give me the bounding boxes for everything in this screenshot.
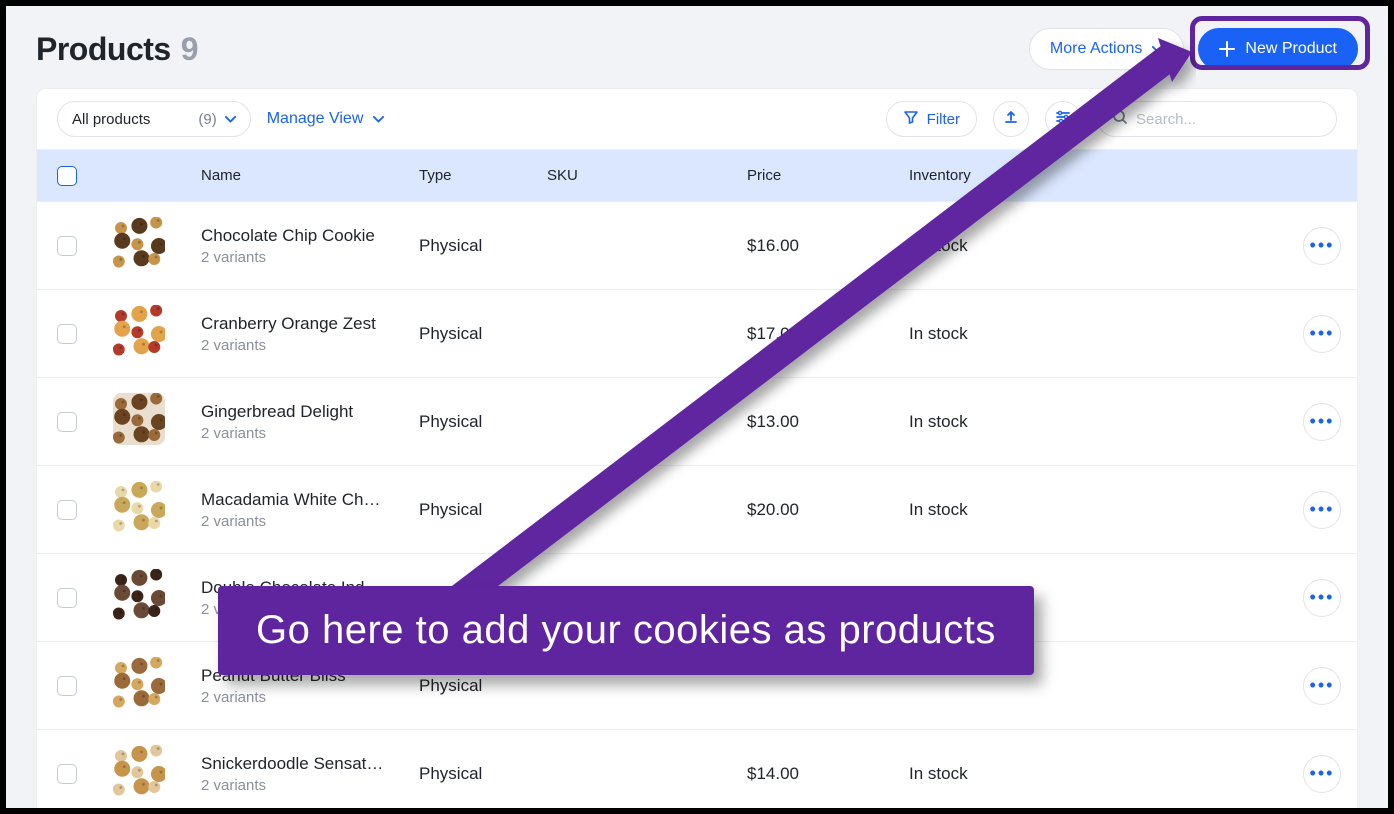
- sliders-icon: [1055, 109, 1071, 130]
- row-actions-button[interactable]: •••: [1303, 667, 1341, 705]
- export-button[interactable]: [993, 101, 1029, 137]
- product-variants: 2 variants: [201, 689, 411, 706]
- upload-icon: [1003, 109, 1019, 130]
- product-type: Physical: [415, 764, 543, 784]
- product-thumbnail: [113, 217, 165, 269]
- product-inventory: In stock: [905, 764, 1125, 784]
- product-price: $14.00: [743, 764, 905, 784]
- row-checkbox[interactable]: [57, 676, 77, 696]
- more-actions-button[interactable]: More Actions: [1029, 28, 1184, 70]
- product-price: $16.00: [743, 236, 905, 256]
- chevron-down-icon: [373, 116, 384, 123]
- row-actions-button[interactable]: •••: [1303, 403, 1341, 441]
- filter-dropdown-count: (9): [198, 111, 216, 128]
- table-row[interactable]: Cranberry Orange Zest 2 variants Physica…: [37, 289, 1357, 377]
- product-type: Physical: [415, 500, 543, 520]
- filter-label: Filter: [927, 111, 960, 128]
- product-variants: 2 variants: [201, 425, 411, 442]
- search-input-wrap[interactable]: [1097, 101, 1337, 137]
- page-title-count: 9: [181, 31, 199, 68]
- table-header: Name Type SKU Price Inventory: [37, 149, 1357, 201]
- table-row[interactable]: Snickerdoodle Sensat… 2 variants Physica…: [37, 729, 1357, 808]
- row-checkbox[interactable]: [57, 588, 77, 608]
- filter-dropdown-label: All products: [72, 111, 150, 128]
- table-row[interactable]: Macadamia White Ch… 2 variants Physical …: [37, 465, 1357, 553]
- chevron-down-icon: [1152, 46, 1163, 53]
- product-name: Chocolate Chip Cookie: [201, 226, 411, 246]
- product-inventory: In stock: [905, 500, 1125, 520]
- product-variants: 2 variants: [201, 513, 411, 530]
- col-price: Price: [743, 167, 905, 184]
- product-type: Physical: [415, 324, 543, 344]
- search-icon: [1112, 109, 1128, 130]
- product-variants: 2 variants: [201, 249, 411, 266]
- chevron-down-icon: [225, 116, 236, 123]
- product-thumbnail: [113, 569, 165, 621]
- col-name: Name: [197, 167, 415, 184]
- product-type: Physical: [415, 412, 543, 432]
- new-product-label: New Product: [1245, 40, 1337, 58]
- row-actions-button[interactable]: •••: [1303, 579, 1341, 617]
- more-actions-label: More Actions: [1050, 40, 1142, 58]
- manage-view-link[interactable]: Manage View: [267, 110, 385, 128]
- select-all-checkbox[interactable]: [57, 166, 77, 186]
- row-checkbox[interactable]: [57, 324, 77, 344]
- filter-button[interactable]: Filter: [886, 101, 977, 137]
- row-actions-button[interactable]: •••: [1303, 315, 1341, 353]
- product-name: Macadamia White Ch…: [201, 490, 411, 510]
- page-title: Products: [36, 31, 171, 68]
- new-product-button[interactable]: New Product: [1198, 28, 1358, 70]
- product-thumbnail: [113, 745, 165, 797]
- product-price: $17.00: [743, 324, 905, 344]
- row-actions-button[interactable]: •••: [1303, 491, 1341, 529]
- product-type: Physical: [415, 236, 543, 256]
- col-inventory: Inventory: [905, 167, 1125, 184]
- product-filter-dropdown[interactable]: All products (9): [57, 101, 251, 137]
- row-checkbox[interactable]: [57, 412, 77, 432]
- row-checkbox[interactable]: [57, 236, 77, 256]
- search-input[interactable]: [1136, 111, 1316, 128]
- product-thumbnail: [113, 305, 165, 357]
- col-sku: SKU: [543, 167, 743, 184]
- product-name: Snickerdoodle Sensat…: [201, 754, 411, 774]
- manage-view-label: Manage View: [267, 110, 364, 128]
- row-checkbox[interactable]: [57, 764, 77, 784]
- annotation-callout: Go here to add your cookies as products: [218, 586, 1034, 675]
- plus-icon: [1219, 41, 1235, 57]
- product-thumbnail: [113, 481, 165, 533]
- settings-button[interactable]: [1045, 101, 1081, 137]
- row-actions-button[interactable]: •••: [1303, 755, 1341, 793]
- product-name: Gingerbread Delight: [201, 402, 411, 422]
- product-thumbnail: [113, 393, 165, 445]
- product-type: Physical: [415, 676, 543, 696]
- product-name: Cranberry Orange Zest: [201, 314, 411, 334]
- product-inventory: In stock: [905, 324, 1125, 344]
- table-row[interactable]: Chocolate Chip Cookie 2 variants Physica…: [37, 201, 1357, 289]
- product-inventory: In stock: [905, 236, 1125, 256]
- filter-icon: [903, 109, 919, 129]
- product-variants: 2 variants: [201, 777, 411, 794]
- row-checkbox[interactable]: [57, 500, 77, 520]
- product-price: $20.00: [743, 500, 905, 520]
- product-variants: 2 variants: [201, 337, 411, 354]
- table-row[interactable]: Gingerbread Delight 2 variants Physical …: [37, 377, 1357, 465]
- product-price: $13.00: [743, 412, 905, 432]
- product-inventory: In stock: [905, 412, 1125, 432]
- col-type: Type: [415, 167, 543, 184]
- annotation-callout-text: Go here to add your cookies as products: [256, 608, 996, 652]
- product-thumbnail: [113, 657, 165, 709]
- row-actions-button[interactable]: •••: [1303, 227, 1341, 265]
